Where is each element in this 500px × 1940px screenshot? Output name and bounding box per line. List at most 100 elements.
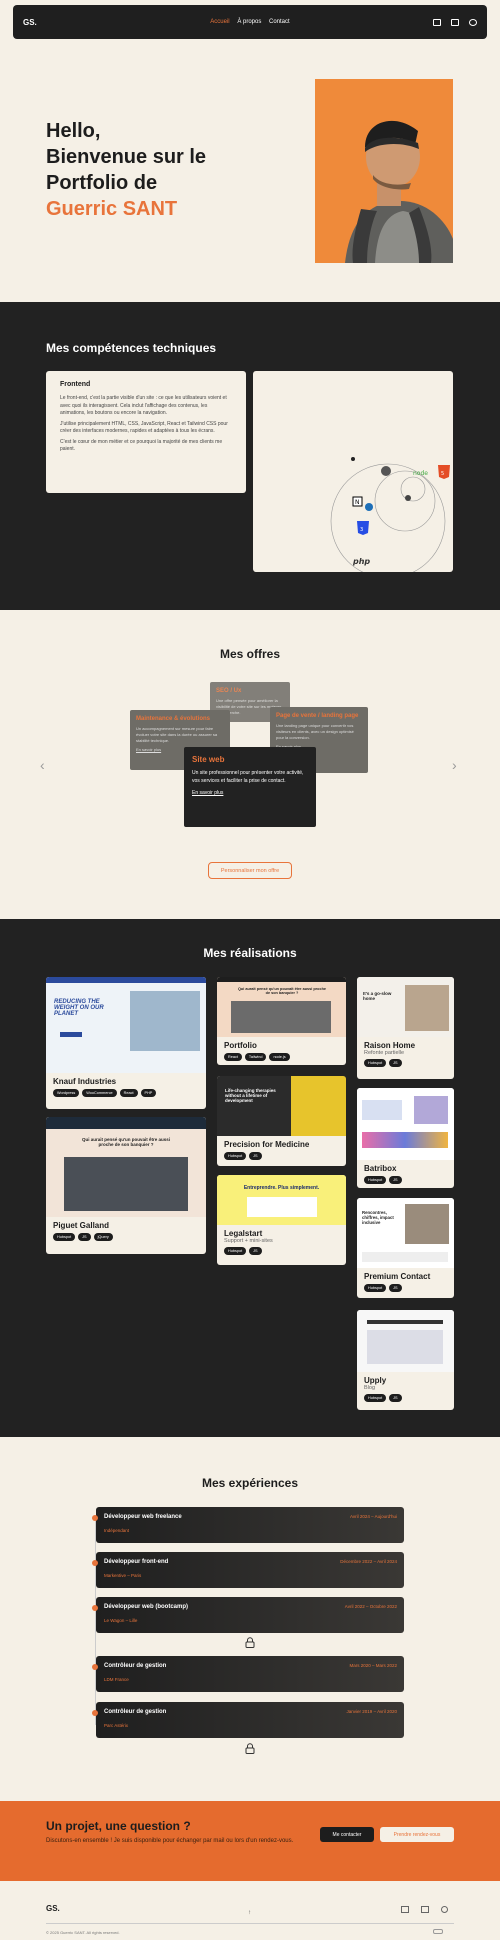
tag: JS — [78, 1233, 91, 1241]
experience-company: Indépendant — [104, 1528, 130, 1533]
project-card-knauf[interactable]: REDUCING THE WEIGHT ON OUR PLANET Knauf … — [46, 977, 206, 1109]
svg-text:php: php — [352, 557, 370, 566]
orbit-dot-icon — [351, 457, 355, 461]
project-screenshot — [357, 1310, 454, 1372]
experience-company: Parc Astérix — [104, 1723, 129, 1728]
experience-item: Contrôleur de gestion Janvier 2019 – Avr… — [92, 1702, 404, 1738]
experience-company: Le Wagon – Lille — [104, 1618, 138, 1623]
project-card-batribox[interactable]: Batribox Hubspot JS — [357, 1088, 454, 1188]
project-tags: Wordpress WooCommerce React PHP — [46, 1086, 206, 1100]
skill-card-paragraph-1: Le front-end, c'est la partie visible d'… — [60, 395, 227, 416]
project-name: Portfolio — [224, 1041, 257, 1050]
carousel-next-icon[interactable]: › — [452, 757, 457, 773]
project-card-precision[interactable]: Life-changing therapies without a lifeti… — [217, 1076, 346, 1166]
contact-cta-banner: Un projet, une question ? Discutons-en e… — [0, 1801, 500, 1881]
experience-date: Décembre 2022 – Avril 2024 — [340, 1559, 397, 1564]
timeline-dot-icon — [92, 1515, 98, 1521]
project-card-portfolio[interactable]: Qui aurait pensé qu'un pouvait être auss… — [217, 977, 346, 1065]
timeline-dot-icon — [92, 1560, 98, 1566]
project-screenshot: Qui aurait pensé qu'un pouvait être auss… — [217, 977, 346, 1037]
project-tags: Hubspot JS — [357, 1391, 454, 1405]
project-name: Raison Home — [364, 1041, 416, 1050]
hero-heading: Hello, Bienvenue sur le Portfolio de Gue… — [46, 118, 266, 222]
project-screenshot: Rencontres, chiffres, impact inclusive — [357, 1198, 454, 1268]
project-screenshot: Entreprendre. Plus simplement. — [217, 1175, 346, 1225]
project-card-upply[interactable]: Upply Blog Hubspot JS — [357, 1310, 454, 1410]
experience-date: Avril 2024 – Aujourd'hui — [349, 1514, 397, 1519]
offer-site-web-text: Un site professionnel pour présenter vot… — [192, 770, 304, 784]
customize-offer-button[interactable]: Personnaliser mon offre — [208, 862, 292, 879]
precision-hero-text: Life-changing therapies without a lifeti… — [225, 1088, 276, 1103]
tag: Hubspot — [364, 1176, 387, 1184]
legalstart-hero-text: Entreprendre. Plus simplement. — [243, 1185, 320, 1191]
hero-line-3: Portfolio de — [46, 172, 158, 194]
nav-link-contact[interactable]: Contact — [269, 19, 290, 25]
experience-date: Mars 2020 – Mars 2022 — [349, 1663, 397, 1668]
piguet-hero-text: Qui aurait pensé qu'un pouvait être auss… — [81, 1137, 171, 1147]
scroll-top-icon[interactable]: ↑ — [248, 1910, 251, 1916]
project-name: Piguet Galland — [53, 1221, 110, 1230]
mail-icon[interactable] — [433, 18, 441, 26]
nodejs-logo: node — [413, 470, 428, 477]
project-tags: Hubspot JS — [217, 1244, 346, 1258]
tag: Hubspot — [364, 1394, 387, 1402]
experience-item: Développeur front-end Décembre 2022 – Av… — [92, 1552, 404, 1588]
lock-icon[interactable] — [245, 1637, 255, 1648]
top-navbar: GS. Accueil À propos Contact — [13, 5, 487, 39]
offer-landing-text: Une landing page unique pour convertir v… — [276, 723, 354, 740]
skill-card-title: Frontend — [60, 381, 91, 388]
timeline-dot-icon — [92, 1710, 98, 1716]
lock-icon[interactable] — [245, 1743, 255, 1754]
css3-logo: 3 — [357, 521, 369, 535]
nav-link-accueil[interactable]: Accueil — [210, 19, 229, 25]
cta-title: Un projet, une question ? — [46, 1819, 191, 1833]
linkedin-icon[interactable] — [421, 1906, 429, 1913]
tag: React — [224, 1053, 242, 1061]
experience-item: Contrôleur de gestion Mars 2020 – Mars 2… — [92, 1656, 404, 1692]
html5-logo: 5 — [438, 465, 450, 479]
project-screenshot: Qui aurait pensé qu'un pouvait être auss… — [46, 1117, 206, 1217]
experience-date: Janvier 2019 – Avril 2020 — [346, 1709, 397, 1714]
github-icon[interactable] — [469, 18, 477, 26]
knauf-hero-text: REDUCING THE WEIGHT ON OUR PLANET — [54, 999, 104, 1017]
svg-text:N: N — [355, 499, 360, 506]
offer-card-site-web[interactable]: Site web Un site professionnel pour prés… — [184, 747, 316, 827]
language-toggle-icon[interactable] — [433, 1929, 443, 1934]
nav-links: Accueil À propos Contact — [13, 19, 487, 25]
offer-maintenance-title: Maintenance & évolutions — [136, 716, 211, 722]
tag: Hubspot — [224, 1247, 247, 1255]
skill-card-frontend: Frontend Le front-end, c'est la partie v… — [46, 371, 246, 493]
nav-link-a-propos[interactable]: À propos — [237, 19, 261, 25]
tag: Hubspot — [53, 1233, 76, 1241]
offer-seo-title: SEO / Ux — [216, 688, 242, 694]
project-card-raison-home[interactable]: It's a go-slow home Raison Home Refonte … — [357, 977, 454, 1079]
skill-card-paragraph-3: C'est le cœur de mon métier et ce pourqu… — [60, 438, 223, 453]
tag: PHP — [140, 1089, 157, 1097]
php-logo: php — [352, 557, 370, 566]
project-card-piguet[interactable]: Qui aurait pensé qu'un pouvait être auss… — [46, 1117, 206, 1254]
footer-logo[interactable]: GS. — [46, 1904, 60, 1913]
offer-site-web-link[interactable]: En savoir plus — [192, 790, 308, 796]
project-screenshot: REDUCING THE WEIGHT ON OUR PLANET — [46, 977, 206, 1073]
tech-orbit-diagram: 5 node N 3 php — [330, 457, 450, 579]
linkedin-icon[interactable] — [451, 18, 459, 26]
carousel-prev-icon[interactable]: ‹ — [40, 757, 45, 773]
project-screenshot: It's a go-slow home — [357, 977, 454, 1037]
tag: Hubspot — [364, 1284, 387, 1292]
project-card-legalstart[interactable]: Entreprendre. Plus simplement. Legalstar… — [217, 1175, 346, 1265]
hero-portrait-photo — [315, 79, 453, 263]
mail-icon[interactable] — [401, 1906, 409, 1913]
project-tags: Hubspot JS jQuery — [46, 1230, 206, 1244]
footer-divider — [46, 1923, 454, 1924]
portrait-illustration — [315, 79, 453, 263]
github-icon[interactable] — [441, 1906, 448, 1913]
tag: jQuery — [93, 1233, 113, 1241]
contact-me-button[interactable]: Me contacter — [320, 1827, 374, 1842]
book-meeting-button[interactable]: Prendre rendez-vous — [380, 1827, 454, 1842]
hero-name: Guerric SANT — [46, 198, 178, 220]
experience-company: Markentive – Paris — [104, 1573, 142, 1578]
project-card-premium-contact[interactable]: Rencontres, chiffres, impact inclusive P… — [357, 1198, 454, 1298]
nav-social-icons — [433, 18, 477, 26]
projects-title: Mes réalisations — [203, 946, 297, 960]
premium-hero-text: Rencontres, chiffres, impact inclusive — [362, 1210, 394, 1225]
